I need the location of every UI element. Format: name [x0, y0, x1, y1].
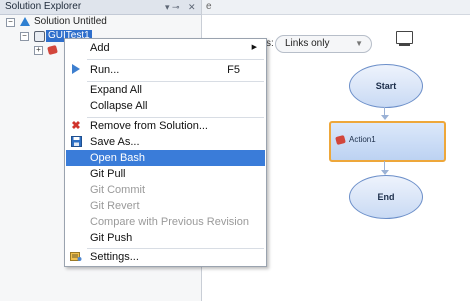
menu-item-label: Run...: [90, 64, 120, 76]
menu-item-label: Settings...: [90, 251, 139, 263]
collapse-icon[interactable]: −: [20, 32, 29, 41]
solution-explorer-header: Solution Explorer ▾ ⊸ ✕: [0, 0, 201, 15]
submenu-arrow-icon: ▶: [251, 44, 257, 51]
menu-item-shortcut: F5: [227, 64, 240, 76]
document-tab[interactable]: e: [206, 1, 212, 12]
menu-item-add[interactable]: Add ▶: [66, 40, 265, 56]
arrow-down-icon: [381, 115, 389, 120]
menu-item-compare-previous-revision[interactable]: Compare with Previous Revision: [66, 214, 265, 230]
panel-title: Solution Explorer: [5, 1, 82, 12]
solution-label: Solution Untitled: [34, 16, 107, 27]
monitor-icon[interactable]: [396, 31, 413, 44]
document-tab-strip: e: [202, 0, 470, 15]
settings-icon: [70, 251, 82, 263]
context-menu: Add ▶ Run... F5 Expand All Collapse All …: [64, 38, 267, 267]
flow-start-node[interactable]: Start: [349, 64, 423, 108]
menu-item-expand-all[interactable]: Expand All: [66, 82, 265, 98]
menu-item-label: Git Push: [90, 232, 133, 244]
collapse-icon[interactable]: −: [6, 18, 15, 27]
tree-row-solution[interactable]: − Solution Untitled: [0, 16, 200, 28]
menu-item-label: Compare with Previous Revision: [90, 216, 249, 228]
action-icon: [335, 134, 346, 146]
save-icon: [70, 136, 82, 148]
toolbar-label: s:: [266, 38, 274, 49]
flow-action-node[interactable]: Action1: [329, 121, 446, 162]
menu-item-label: Open Bash: [90, 152, 146, 164]
test-icon: [34, 31, 45, 42]
remove-icon: ✖: [71, 120, 81, 132]
menu-item-git-commit[interactable]: Git Commit: [66, 182, 265, 198]
menu-item-remove-from-solution[interactable]: ✖ Remove from Solution...: [66, 118, 265, 134]
menu-item-label: Git Commit: [90, 184, 145, 196]
menu-item-git-push[interactable]: Git Push: [66, 230, 265, 246]
menu-item-label: Collapse All: [90, 100, 148, 112]
action-icon: [47, 44, 58, 56]
menu-item-label: Expand All: [90, 84, 142, 96]
solution-icon: [20, 17, 30, 26]
links-filter-value: Links only: [285, 38, 330, 49]
chevron-down-icon: ▼: [355, 39, 363, 48]
menu-item-label: Git Pull: [90, 168, 126, 180]
menu-item-collapse-all[interactable]: Collapse All: [66, 98, 265, 114]
monitor-stand: [399, 44, 410, 46]
menu-item-open-bash[interactable]: Open Bash: [66, 150, 265, 166]
expand-icon[interactable]: +: [34, 46, 43, 55]
menu-item-label: Git Revert: [90, 200, 140, 212]
tree-row-action[interactable]: +: [0, 44, 64, 56]
menu-item-settings[interactable]: Settings...: [66, 249, 265, 265]
menu-item-label: Save As...: [90, 136, 140, 148]
close-icon[interactable]: ✕: [188, 0, 196, 14]
menu-separator: [87, 59, 264, 60]
action-node-label: Action1: [349, 135, 376, 144]
menu-item-label: Add: [90, 42, 110, 54]
play-icon: [70, 64, 82, 76]
links-filter-dropdown[interactable]: Links only ▼: [275, 35, 372, 53]
menu-item-run[interactable]: Run... F5: [66, 62, 265, 78]
menu-item-label: Remove from Solution...: [90, 120, 208, 132]
menu-item-save-as[interactable]: Save As...: [66, 134, 265, 150]
menu-item-git-pull[interactable]: Git Pull: [66, 166, 265, 182]
pin-icon[interactable]: ▾ ⊸: [165, 0, 180, 14]
flow-end-node[interactable]: End: [349, 175, 423, 219]
menu-item-git-revert[interactable]: Git Revert: [66, 198, 265, 214]
